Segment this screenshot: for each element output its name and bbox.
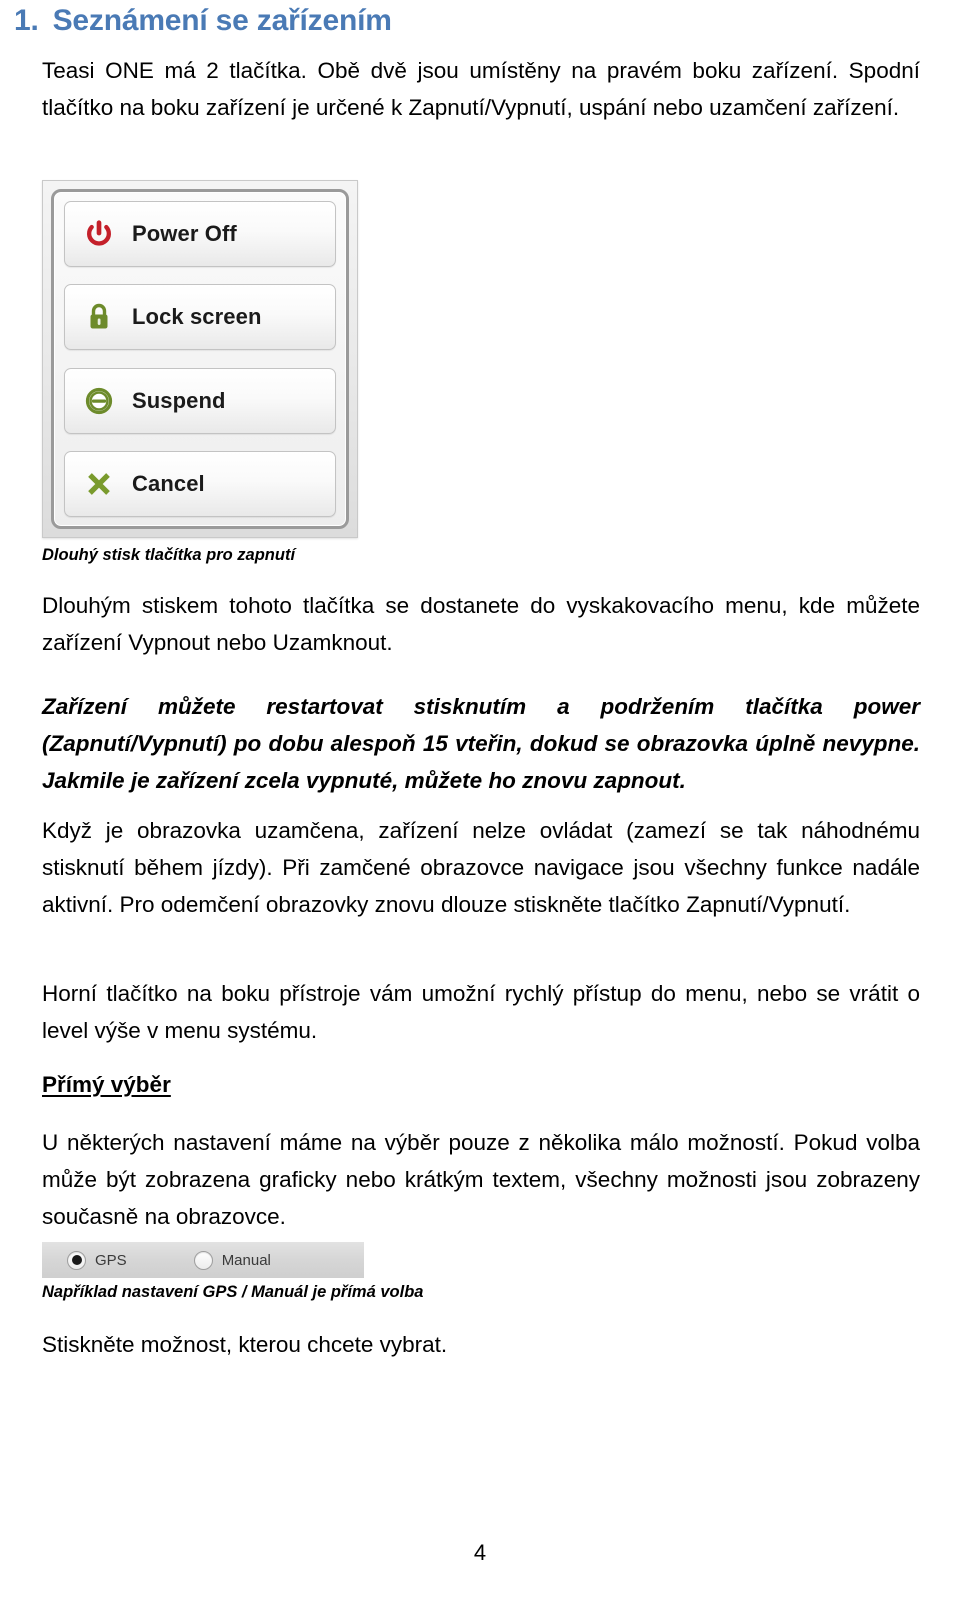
radio-button-gps[interactable] [67, 1250, 86, 1270]
lock-icon [83, 301, 115, 333]
power-menu-label: Suspend [132, 387, 226, 413]
paragraph-direct-choice: U některých nastavení máme na výběr pouz… [42, 1130, 920, 1229]
radio-label-gps: GPS [95, 1251, 127, 1269]
power-menu-label: Cancel [132, 470, 205, 496]
radio-option-gps[interactable]: GPS [67, 1250, 127, 1270]
paragraph-restart: Zařízení můžete restartovat stisknutím a… [42, 694, 920, 793]
power-menu-item-power-off[interactable]: Power Off [64, 201, 336, 267]
power-menu-item-lock-screen[interactable]: Lock screen [64, 284, 336, 351]
paragraph-intro: Teasi ONE má 2 tlačítka. Obě dvě jsou um… [42, 58, 920, 120]
power-menu-label: Power Off [132, 221, 237, 246]
page-number: 4 [473, 1540, 487, 1565]
page-title: 1. Seznámení se zařízením [14, 4, 392, 38]
close-icon [83, 468, 115, 500]
radio-label-manual: Manual [221, 1251, 271, 1269]
caption-power-menu: Dlouhý stisk tlačítka pro zapnutí [42, 546, 296, 564]
paragraph-after-image: Dlouhým stiskem tohoto tlačítka se dosta… [42, 593, 920, 655]
suspend-icon [83, 385, 115, 417]
power-menu-item-suspend[interactable]: Suspend [64, 367, 336, 434]
document-page: 1. Seznámení se zařízením Teasi ONE má 2 … [0, 0, 960, 1600]
paragraph-top-button: Horní tlačítko na boku přístroje vám umo… [42, 981, 920, 1043]
power-menu-screenshot: Power Off Lock screen Suspend Cancel [42, 180, 358, 538]
paragraph-press-option: Stiskněte možnost, kterou chcete vybrat. [42, 1332, 448, 1357]
section-title: Seznámení se zařízením [52, 4, 392, 37]
radio-option-manual[interactable]: Manual [193, 1250, 271, 1270]
power-icon [83, 218, 115, 250]
power-menu-label: Lock screen [132, 304, 262, 330]
subheading-direct-choice: Přímý výběr [42, 1072, 171, 1097]
caption-gps-manual: Například nastavení GPS / Manuál je přím… [42, 1283, 424, 1301]
power-menu-dialog: Power Off Lock screen Suspend Cancel [51, 189, 349, 529]
radio-button-manual[interactable] [193, 1250, 213, 1270]
paragraph-locked-screen: Když je obrazovka uzamčena, zařízení nel… [42, 818, 920, 917]
gps-manual-screenshot: GPS Manual [42, 1242, 364, 1278]
section-number: 1. [14, 4, 39, 37]
power-menu-item-cancel[interactable]: Cancel [64, 450, 336, 517]
